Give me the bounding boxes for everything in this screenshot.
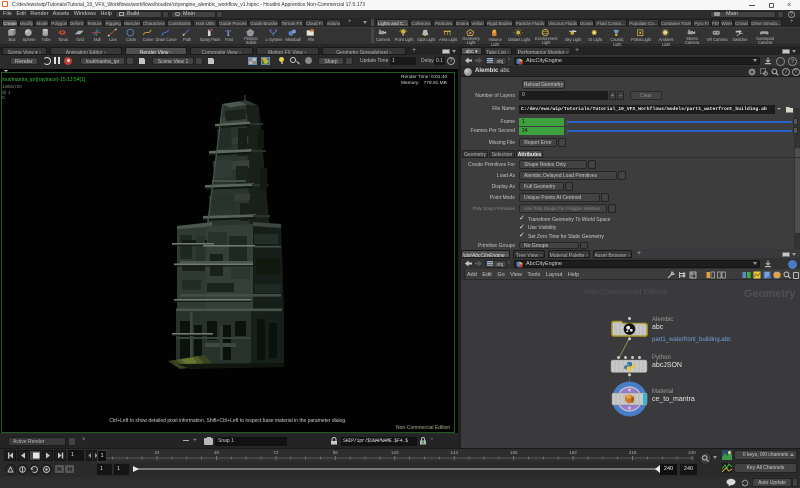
svg-text:24: 24: [154, 450, 160, 455]
svg-text:168: 168: [510, 450, 518, 455]
svg-text:192: 192: [569, 450, 577, 455]
svg-text:216: 216: [629, 450, 637, 455]
svg-text:144: 144: [450, 450, 458, 455]
svg-text:240: 240: [688, 450, 696, 455]
svg-text:72: 72: [273, 450, 279, 455]
svg-text:120: 120: [391, 450, 399, 455]
svg-text:T: T: [225, 28, 231, 37]
svg-text:48: 48: [214, 450, 220, 455]
svg-text:96: 96: [333, 450, 339, 455]
